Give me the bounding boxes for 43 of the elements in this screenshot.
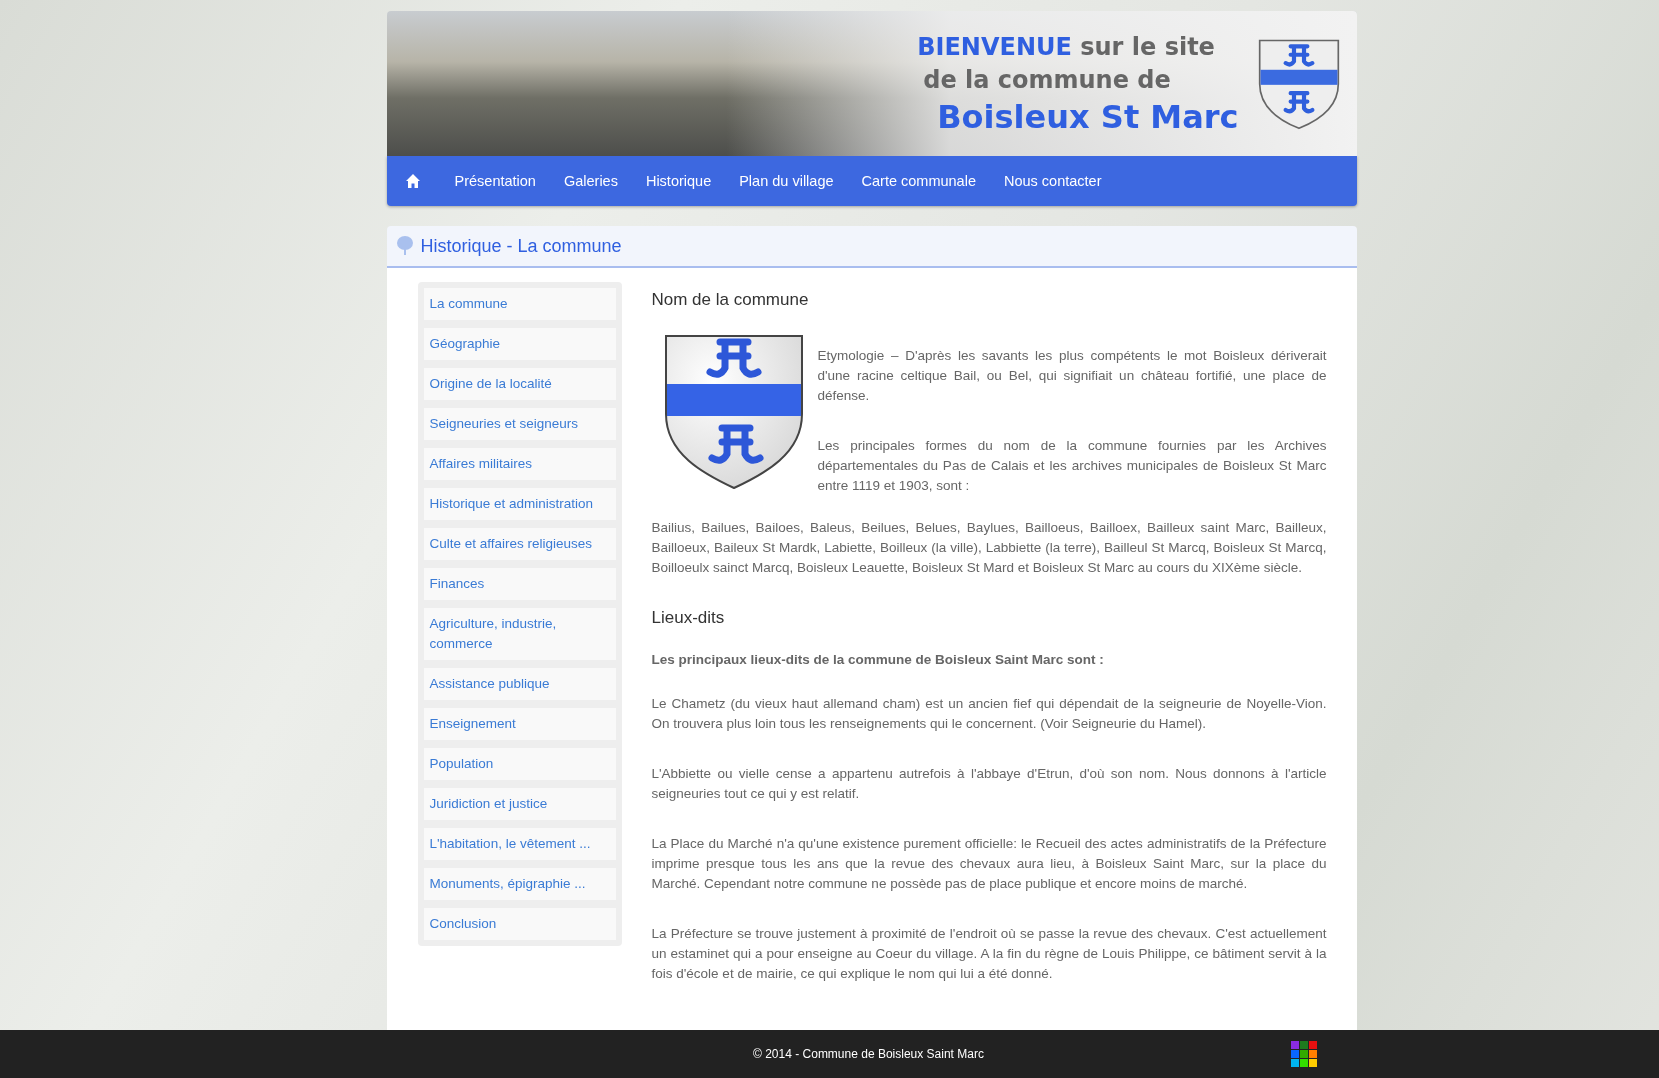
lead-paragraph: Les principaux lieux-dits de la commune de Boisleux Saint Marc sont : <box>651 651 1105 669</box>
coat-of-arms-icon <box>663 334 804 490</box>
color-grid-icon <box>1291 1041 1317 1067</box>
section-heading: Lieux-dits <box>651 608 726 628</box>
sidebar-link[interactable]: Juridiction et justice <box>423 788 616 820</box>
welcome-text: de la commune de <box>922 64 1172 96</box>
sidebar-link[interactable]: Historique et administration <box>423 488 616 520</box>
nav-link[interactable]: Présentation <box>440 156 550 206</box>
sidebar-link[interactable]: Finances <box>423 568 616 600</box>
sidebar-link[interactable]: Population <box>423 748 616 780</box>
sidebar-link[interactable]: L'habitation, le vêtement ... <box>423 828 616 860</box>
nav-link[interactable]: Plan du village <box>725 156 848 206</box>
welcome-text: sur le site <box>1080 32 1215 61</box>
sidebar-link[interactable]: Enseignement <box>423 708 616 740</box>
copyright-text: © 2014 - Commune de Boisleux Saint Marc <box>753 1047 984 1061</box>
sidebar-link[interactable]: Agriculture, industrie, commerce <box>423 608 616 660</box>
nav-link[interactable]: Carte communale <box>847 156 990 206</box>
paragraph: Etymologie – D'après les savants les plus compétents le mot Boisleux dériverait d'une racine celtique Bail, ou Bel, qui signifiait un château fortifié, une place de défense. <box>817 347 1327 405</box>
sidebar-link[interactable]: La commune <box>423 288 616 320</box>
paragraph: Les principales formes du nom de la commune fournies par les Archives départementales du Pas de Calais et les archives municipales de Boisleux St Marc entre 1119 et 1903, sont : <box>817 437 1327 495</box>
page-title: Historique - La commune <box>420 235 622 257</box>
welcome-word: BIENVENUE <box>917 32 1072 61</box>
town-name: Boisleux St Marc <box>936 96 1239 137</box>
section-heading: Nom de la commune <box>651 290 810 310</box>
nav-link[interactable]: Galeries <box>549 156 632 206</box>
sidebar-link[interactable]: Seigneuries et seigneurs <box>423 408 616 440</box>
paragraph: L'Abbiette ou vielle cense a appartenu autrefois à l'abbaye d'Etrun, d'où son nom. Nous donnons à l'article seigneuries tout ce qui y est relatif. <box>651 765 1327 803</box>
paragraph: Le Chametz (du vieux haut allemand cham) est un ancien fief qui dépendait de la seigneurie de Noyelle-Vion. On trouvera plus loin tous les renseignements qui le concernent. (Voir Seigneurie du Hamel). <box>651 695 1327 733</box>
paragraph: Bailius, Bailues, Bailoes, Baleus, Beilues, Belues, Baylues, Bailloeus, Bailloex, Bailleux saint Marc, Bailleux, Bailloeux, Baileux St Mardk, Labiette, Boilleux (la ville), Labbiette (la terre), Bailleul St Marcq, Boisleux St Marcq, Boilloeulx sainct Marcq, Boisleux Leauette, Boisleux St Mard et Boisleux St Marc au cours du XIXème siècle. <box>651 519 1327 577</box>
nav-link[interactable]: Historique <box>631 156 726 206</box>
home-icon[interactable] <box>404 173 421 189</box>
nav-link[interactable]: Nous contacter <box>989 156 1116 206</box>
paragraph: La Préfecture se trouve justement à proximité de l'endroit où se passe la revue des chevaux. C'est actuellement un estaminet qui a pour enseigne au Coeur du village. A la fin du règne de Louis Philippe, ce bâtiment servit à la fois d'école et de mairie, ce qui explique le nom qui lui a été donné. <box>651 925 1327 983</box>
sidebar-link[interactable]: Géographie <box>423 328 616 360</box>
sidebar-link[interactable]: Monuments, épigraphie ... <box>423 868 616 900</box>
sidebar-link[interactable]: Origine de la localité <box>423 368 616 400</box>
sidebar-link[interactable]: Assistance publique <box>423 668 616 700</box>
coat-of-arms-icon <box>1256 37 1341 130</box>
sidebar-link[interactable]: Conclusion <box>423 908 616 940</box>
paragraph: La Place du Marché n'a qu'une existence purement officielle: le Recueil des actes administratifs de la Préfecture imprime presque tous les ans que la revue des chevaux aura lieu, à Boisleux Saint Marc, sur la place du Marché. Cependant notre commune ne possède pas de place publique et encore moins de marché. <box>651 835 1327 893</box>
sidebar-link[interactable]: Culte et affaires religieuses <box>423 528 616 560</box>
tree-icon <box>394 236 415 256</box>
sidebar-link[interactable]: Affaires militaires <box>423 448 616 480</box>
